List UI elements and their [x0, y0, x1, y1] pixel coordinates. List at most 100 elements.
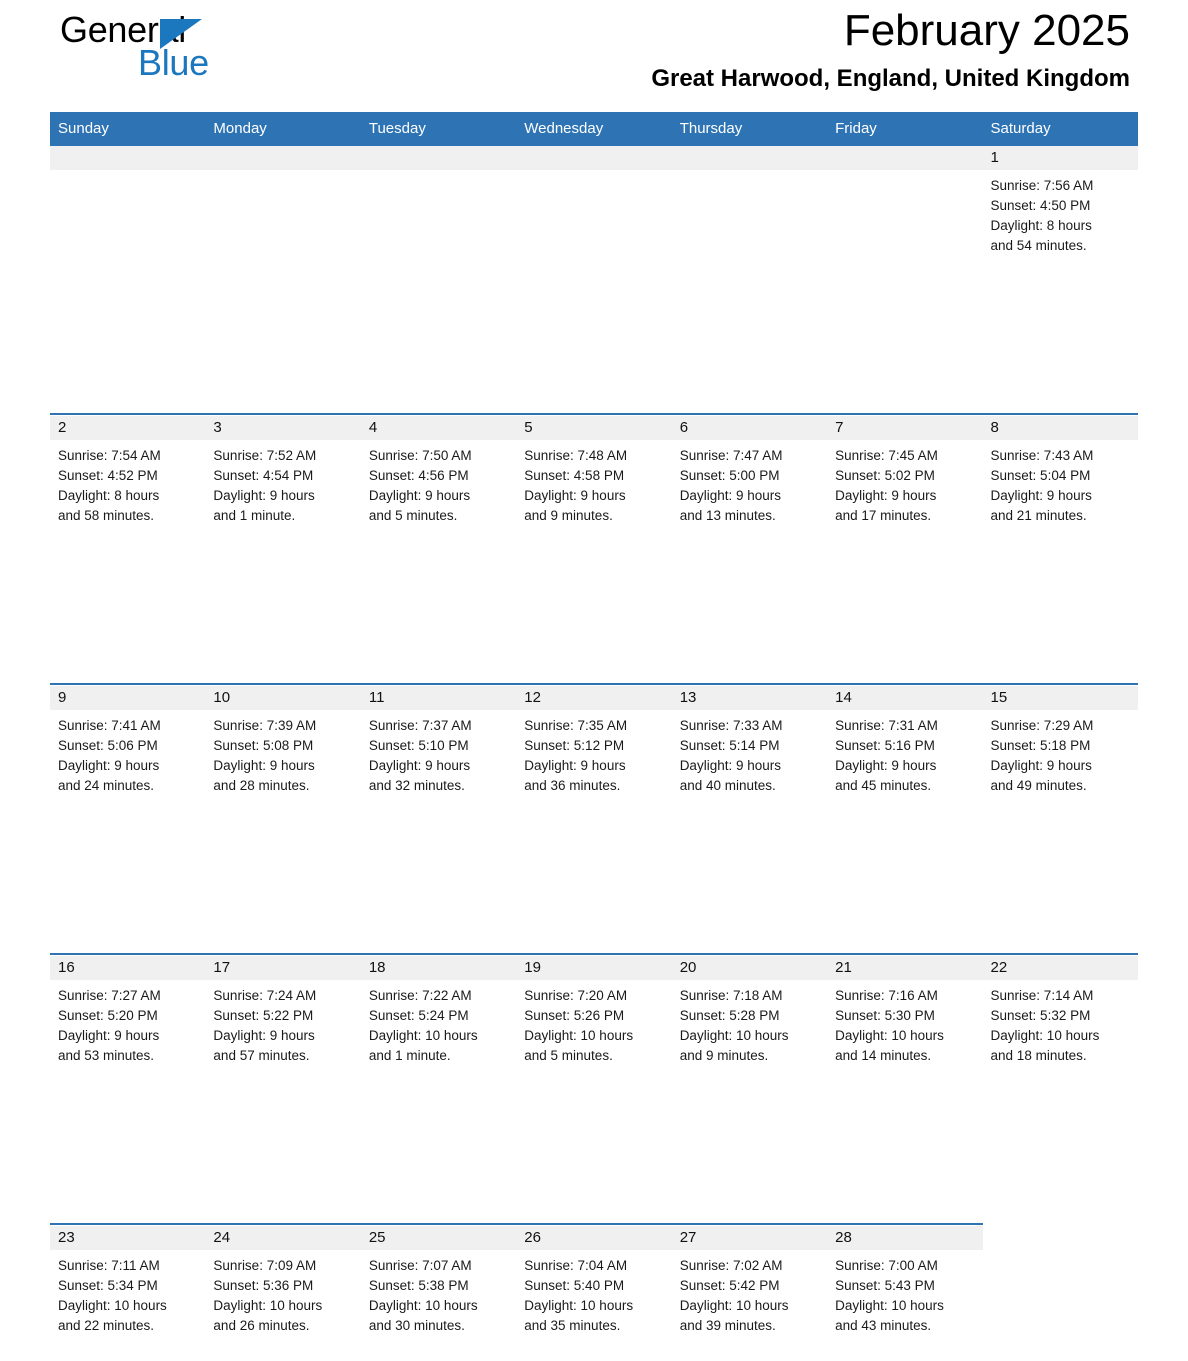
calendar-day-4[interactable]: 4 Sunrise: 7:50 AM Sunset: 4:56 PM Daylight…	[360, 413, 517, 551]
day-details: Sunrise: 7:31 AM Sunset: 5:16 PM Daylight:…	[827, 710, 982, 796]
calendar-day-21[interactable]: 21 Sunrise: 7:16 AM Sunset: 5:30 PM Dayligh…	[827, 953, 983, 1091]
daylight-text-line2: and 5 minutes.	[524, 1048, 613, 1063]
calendar-day-6[interactable]: 6 Sunrise: 7:47 AM Sunset: 5:00 PM Daylight…	[671, 413, 828, 551]
daylight-text-line1: Daylight: 9 hours	[679, 488, 781, 503]
calendar-day-20[interactable]: 20 Sunrise: 7:18 AM Sunset: 5:28 PM Dayligh…	[671, 953, 828, 1091]
week-spacer-cell	[50, 551, 1138, 686]
calendar-day-empty	[360, 146, 517, 281]
calendar-day-14[interactable]: 14 Sunrise: 7:31 AM Sunset: 5:16 PM Dayligh…	[827, 683, 983, 821]
sunrise-text: Sunrise: 7:02 AM	[679, 1258, 783, 1273]
calendar-day-23[interactable]: 23 Sunrise: 7:11 AM Sunset: 5:34 PM Dayligh…	[50, 1223, 206, 1361]
daylight-text-line1: Daylight: 10 hours	[368, 1028, 478, 1043]
calendar-cell: 6 Sunrise: 7:47 AM Sunset: 5:00 PM Daylight…	[671, 413, 828, 551]
day-number: 27	[671, 1226, 828, 1250]
calendar-day-12[interactable]: 12 Sunrise: 7:35 AM Sunset: 5:12 PM Dayligh…	[516, 683, 673, 821]
daylight-text-line1: Daylight: 10 hours	[524, 1028, 634, 1043]
day-number: 24	[205, 1226, 361, 1250]
daylight-text-line2: and 24 minutes.	[58, 778, 155, 793]
daylight-text-line1: Daylight: 9 hours	[58, 1028, 160, 1043]
sunrise-text: Sunrise: 7:41 AM	[58, 718, 161, 733]
day-number: 19	[516, 956, 672, 980]
daylight-text-line1: Daylight: 9 hours	[835, 758, 937, 773]
calendar-week-row: 16 Sunrise: 7:27 AM Sunset: 5:20 PM Dayligh…	[50, 953, 1139, 1091]
calendar-cell: 10 Sunrise: 7:39 AM Sunset: 5:08 PM Dayligh…	[205, 683, 362, 821]
calendar-day-17[interactable]: 17 Sunrise: 7:24 AM Sunset: 5:22 PM Dayligh…	[205, 953, 362, 1091]
calendar-day-2[interactable]: 2 Sunrise: 7:54 AM Sunset: 4:52 PM Daylight…	[50, 413, 206, 551]
sunrise-text: Sunrise: 7:22 AM	[368, 988, 472, 1003]
calendar-cell: 8 Sunrise: 7:43 AM Sunset: 5:04 PM Daylight…	[982, 413, 1139, 551]
daylight-text-line1: Daylight: 9 hours	[213, 1028, 315, 1043]
calendar-cell: 27 Sunrise: 7:02 AM Sunset: 5:42 PM Dayligh…	[671, 1223, 828, 1361]
daylight-text-line1: Daylight: 10 hours	[58, 1298, 167, 1313]
sunset-text: Sunset: 5:38 PM	[368, 1278, 469, 1293]
daylight-text-line1: Daylight: 10 hours	[835, 1298, 944, 1313]
daylight-text-line1: Daylight: 8 hours	[58, 488, 160, 503]
day-details: Sunrise: 7:24 AM Sunset: 5:22 PM Daylight:…	[205, 980, 360, 1066]
generalblue-logo[interactable]: General Blue	[60, 12, 390, 102]
calendar-day-11[interactable]: 11 Sunrise: 7:37 AM Sunset: 5:10 PM Dayligh…	[360, 683, 517, 821]
day-details: Sunrise: 7:29 AM Sunset: 5:18 PM Daylight:…	[983, 710, 1138, 796]
daylight-text-line2: and 13 minutes.	[679, 508, 776, 523]
calendar-day-16[interactable]: 16 Sunrise: 7:27 AM Sunset: 5:20 PM Dayligh…	[50, 953, 206, 1091]
day-number	[205, 146, 361, 170]
day-number	[360, 146, 517, 170]
day-details: Sunrise: 7:00 AM Sunset: 5:43 PM Daylight:…	[827, 1250, 982, 1336]
daylight-text-line2: and 58 minutes.	[58, 508, 155, 523]
calendar-day-27[interactable]: 27 Sunrise: 7:02 AM Sunset: 5:42 PM Dayligh…	[671, 1223, 828, 1361]
calendar-day-8[interactable]: 8 Sunrise: 7:43 AM Sunset: 5:04 PM Daylight…	[982, 413, 1139, 551]
calendar-day-9[interactable]: 9 Sunrise: 7:41 AM Sunset: 5:06 PM Daylight…	[50, 683, 206, 821]
daylight-text-line2: and 22 minutes.	[58, 1318, 155, 1333]
day-number: 17	[205, 956, 361, 980]
calendar-day-22[interactable]: 22 Sunrise: 7:14 AM Sunset: 5:32 PM Dayligh…	[982, 953, 1139, 1091]
calendar-day-15[interactable]: 15 Sunrise: 7:29 AM Sunset: 5:18 PM Dayligh…	[982, 683, 1139, 821]
calendar-day-5[interactable]: 5 Sunrise: 7:48 AM Sunset: 4:58 PM Daylight…	[516, 413, 673, 551]
calendar-day-26[interactable]: 26 Sunrise: 7:04 AM Sunset: 5:40 PM Dayligh…	[516, 1223, 673, 1361]
daylight-text-line1: Daylight: 9 hours	[368, 488, 471, 503]
day-details: Sunrise: 7:41 AM Sunset: 5:06 PM Daylight:…	[50, 710, 205, 796]
daylight-text-line2: and 5 minutes.	[368, 508, 458, 523]
calendar-cell: 5 Sunrise: 7:48 AM Sunset: 4:58 PM Daylight…	[516, 413, 673, 551]
day-details: Sunrise: 7:22 AM Sunset: 5:24 PM Daylight:…	[361, 980, 516, 1066]
daylight-text-line2: and 30 minutes.	[368, 1318, 465, 1333]
day-details: Sunrise: 7:20 AM Sunset: 5:26 PM Daylight:…	[516, 980, 671, 1066]
sunrise-text: Sunrise: 7:09 AM	[213, 1258, 317, 1273]
day-number: 12	[516, 686, 672, 710]
day-number: 3	[205, 416, 361, 440]
calendar-day-18[interactable]: 18 Sunrise: 7:22 AM Sunset: 5:24 PM Dayligh…	[360, 953, 517, 1091]
day-details: Sunrise: 7:50 AM Sunset: 4:56 PM Daylight:…	[361, 440, 516, 526]
calendar-cell	[360, 146, 517, 281]
calendar-day-24[interactable]: 24 Sunrise: 7:09 AM Sunset: 5:36 PM Dayligh…	[205, 1223, 362, 1361]
day-details: Sunrise: 7:09 AM Sunset: 5:36 PM Daylight:…	[205, 1250, 360, 1336]
calendar-day-1[interactable]: 1 Sunrise: 7:56 AM Sunset: 4:50 PM Daylight…	[982, 146, 1138, 281]
day-number: 7	[827, 416, 983, 440]
daylight-text-line1: Daylight: 9 hours	[990, 488, 1092, 503]
calendar-cell: 12 Sunrise: 7:35 AM Sunset: 5:12 PM Dayligh…	[516, 683, 673, 821]
sunrise-text: Sunrise: 7:48 AM	[524, 448, 628, 463]
calendar-day-empty	[516, 146, 672, 281]
daylight-text-line1: Daylight: 10 hours	[679, 1298, 789, 1313]
daylight-text-line2: and 9 minutes.	[679, 1048, 769, 1063]
calendar-day-19[interactable]: 19 Sunrise: 7:20 AM Sunset: 5:26 PM Dayligh…	[516, 953, 673, 1091]
calendar-day-25[interactable]: 25 Sunrise: 7:07 AM Sunset: 5:38 PM Dayligh…	[360, 1223, 517, 1361]
daylight-text-line1: Daylight: 9 hours	[835, 488, 937, 503]
calendar-cell: 22 Sunrise: 7:14 AM Sunset: 5:32 PM Dayligh…	[982, 953, 1139, 1091]
calendar-cell: 18 Sunrise: 7:22 AM Sunset: 5:24 PM Dayligh…	[360, 953, 517, 1091]
calendar-day-7[interactable]: 7 Sunrise: 7:45 AM Sunset: 5:02 PM Daylight…	[827, 413, 983, 551]
sunset-text: Sunset: 5:16 PM	[835, 738, 935, 753]
sunrise-text: Sunrise: 7:39 AM	[213, 718, 317, 733]
daylight-text-line1: Daylight: 9 hours	[524, 758, 626, 773]
day-details: Sunrise: 7:37 AM Sunset: 5:10 PM Daylight:…	[361, 710, 516, 796]
sunset-text: Sunset: 5:04 PM	[990, 468, 1091, 483]
calendar-day-28[interactable]: 28 Sunrise: 7:00 AM Sunset: 5:43 PM Dayligh…	[827, 1223, 983, 1361]
sunrise-text: Sunrise: 7:11 AM	[58, 1258, 160, 1273]
calendar-cell	[205, 146, 361, 281]
calendar-day-13[interactable]: 13 Sunrise: 7:33 AM Sunset: 5:14 PM Dayligh…	[671, 683, 828, 821]
day-details: Sunrise: 7:14 AM Sunset: 5:32 PM Daylight:…	[983, 980, 1138, 1066]
sunset-text: Sunset: 5:06 PM	[58, 738, 158, 753]
sunrise-text: Sunrise: 7:52 AM	[213, 448, 317, 463]
calendar-cell: 24 Sunrise: 7:09 AM Sunset: 5:36 PM Dayligh…	[205, 1223, 362, 1361]
day-number: 6	[671, 416, 828, 440]
daylight-text-line1: Daylight: 9 hours	[213, 758, 315, 773]
calendar-day-3[interactable]: 3 Sunrise: 7:52 AM Sunset: 4:54 PM Daylight…	[205, 413, 362, 551]
calendar-day-10[interactable]: 10 Sunrise: 7:39 AM Sunset: 5:08 PM Dayligh…	[205, 683, 362, 821]
